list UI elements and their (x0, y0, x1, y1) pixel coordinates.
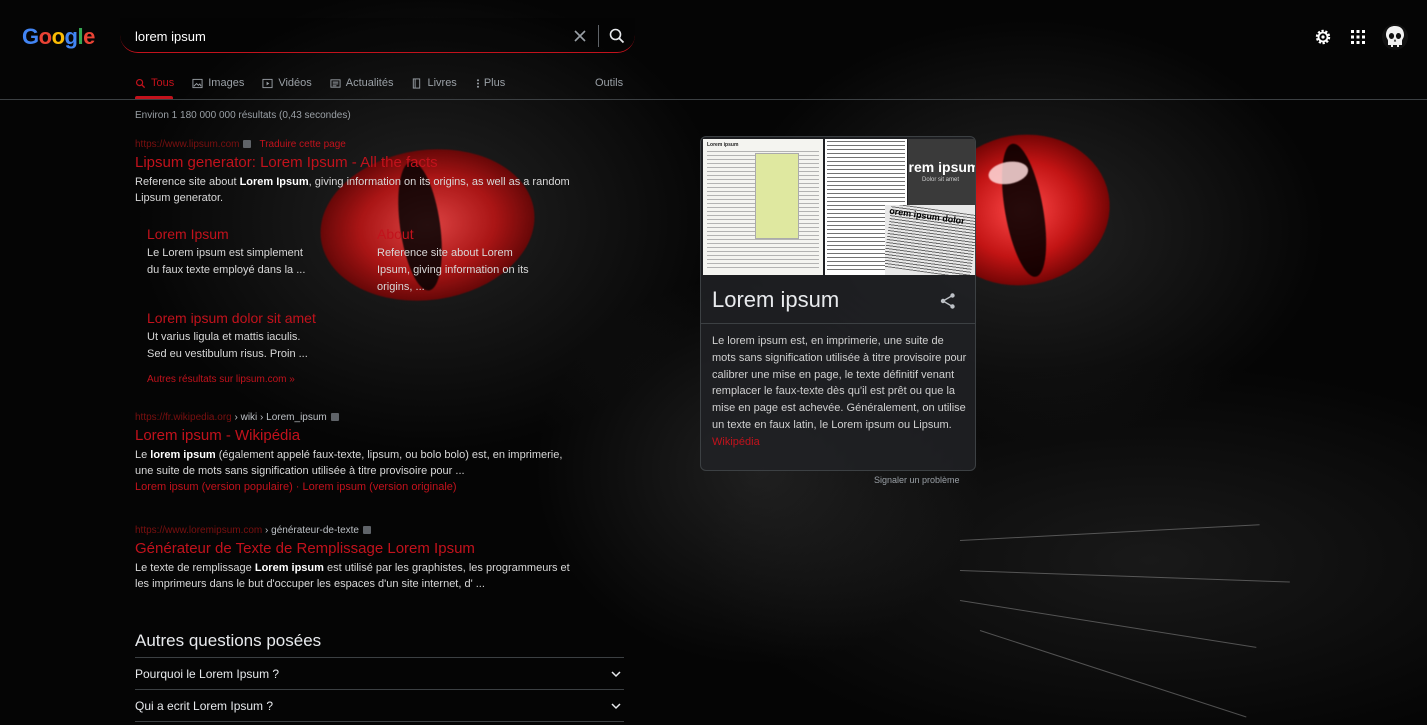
knowledge-panel-title: Lorem ipsum (712, 287, 840, 312)
tab-videos[interactable]: Vidéos (262, 76, 312, 90)
result-title[interactable]: Lorem ipsum - Wikipédia (135, 427, 575, 444)
more-results-link[interactable]: Autres résultats sur lipsum.com » (147, 374, 295, 385)
skull-icon (1386, 26, 1404, 47)
result-url[interactable]: https://fr.wikipedia.org › wiki › Lorem_… (135, 412, 575, 423)
search-divider (598, 25, 599, 47)
translate-link[interactable]: Traduire cette page (259, 139, 345, 150)
paa-question-text: Qui a ecrit Lorem Ipsum ? (135, 698, 274, 713)
dropdown-arrow-icon[interactable] (362, 526, 371, 535)
result-snippet: Reference site about Lorem Ipsum, giving… (135, 176, 570, 204)
knowledge-panel-images: Lorem ipsum orem ipsum Dolor sit amet or… (701, 137, 975, 279)
tab-label: Livres (427, 77, 457, 89)
search-result: https://www.lipsum.com Traduire cette pag… (135, 139, 575, 206)
clear-icon[interactable] (570, 26, 590, 46)
result-sublinks: Lorem ipsum (version populaire) · Lorem … (135, 481, 457, 493)
result-cite: https://www.lipsum.com (135, 139, 240, 150)
sitelink-title[interactable]: Lorem ipsum dolor sit amet (147, 310, 322, 326)
search-result: https://www.loremipsum.com › générateur-… (135, 525, 575, 592)
tools-button[interactable]: Outils (595, 77, 623, 89)
kp-image[interactable]: Lorem ipsum (703, 139, 823, 275)
sitelink-title[interactable]: About (377, 226, 537, 242)
search-result: https://fr.wikipedia.org › wiki › Lorem_… (135, 412, 575, 495)
kp-image[interactable]: orem ipsum dolor (885, 205, 975, 275)
sitelink: Lorem Ipsum Le Lorem ipsum est simplemen… (147, 226, 317, 279)
video-icon (262, 78, 273, 88)
result-cite: https://www.loremipsum.com (135, 525, 263, 536)
knowledge-panel-divider (701, 323, 975, 324)
result-snippet: Le lorem ipsum (également appelé faux-te… (135, 449, 563, 477)
result-title[interactable]: Générateur de Texte de Remplissage Lorem… (135, 540, 575, 557)
dropdown-arrow-icon[interactable] (330, 413, 339, 422)
result-stats: Environ 1 180 000 000 résultats (0,43 se… (135, 110, 351, 121)
search-results-page: Google Tous (0, 0, 1427, 725)
tab-tous[interactable]: Tous (135, 76, 174, 90)
sitelink-snippet: Ut varius ligula et mattis iaculis. Sed … (147, 331, 308, 360)
report-problem-link[interactable]: Signaler un problème (874, 475, 960, 485)
knowledge-panel-description: Le lorem ipsum est, en imprimerie, une s… (712, 335, 967, 448)
sublink-version-populaire[interactable]: Lorem ipsum (version populaire) (135, 481, 293, 493)
search-icon (135, 78, 146, 88)
result-url[interactable]: https://www.lipsum.com Traduire cette pag… (135, 139, 575, 150)
result-path: › générateur-de-texte (262, 525, 359, 536)
sitelink-title[interactable]: Lorem Ipsum (147, 226, 317, 242)
image-icon (192, 78, 203, 88)
paa-question[interactable]: Pourquoi le Lorem Ipsum ? (135, 657, 624, 690)
wikipedia-source-link[interactable]: Wikipédia (712, 436, 760, 448)
result-url[interactable]: https://www.loremipsum.com › générateur-… (135, 525, 575, 536)
account-avatar[interactable] (1382, 24, 1408, 50)
result-snippet: Le texte de remplissage Lorem ipsum est … (135, 562, 570, 590)
chevron-down-icon (611, 671, 621, 678)
search-input[interactable] (135, 26, 555, 46)
tab-livres[interactable]: Livres (411, 76, 457, 90)
tab-label: Plus (483, 77, 506, 89)
news-icon (330, 78, 341, 88)
result-cite: https://fr.wikipedia.org (135, 412, 232, 423)
paa-heading: Autres questions posées (135, 631, 322, 650)
tab-label: Images (208, 77, 245, 89)
tab-images[interactable]: Images (192, 76, 244, 90)
result-title[interactable]: Lipsum generator: Lorem Ipsum - All the … (135, 154, 575, 171)
tab-label: Vidéos (278, 77, 312, 89)
book-icon (413, 77, 421, 89)
share-icon[interactable] (939, 292, 957, 310)
sublink-version-originale[interactable]: Lorem ipsum (version originale) (303, 481, 457, 493)
search-bar (120, 18, 635, 53)
kp-image[interactable]: orem ipsum Dolor sit amet (908, 139, 975, 205)
paa-question-text: Pourquoi le Lorem Ipsum ? (135, 667, 280, 681)
search-icon[interactable] (607, 26, 627, 46)
chevron-down-icon (611, 702, 621, 709)
settings-gear-icon[interactable] (1313, 27, 1333, 47)
sitelink-snippet: Reference site about Lorem Ipsum, giving… (377, 247, 529, 293)
google-logo[interactable]: Google (22, 24, 95, 50)
knowledge-panel: Lorem ipsum orem ipsum Dolor sit amet or… (700, 136, 976, 471)
more-vert-icon (476, 78, 479, 88)
sitelink: Lorem ipsum dolor sit amet Ut varius lig… (147, 310, 322, 363)
paa-question[interactable]: Qui a ecrit Lorem Ipsum ? (135, 689, 624, 722)
sitelink-snippet: Le Lorem ipsum est simplement du faux te… (147, 247, 306, 276)
header-divider (0, 99, 1427, 100)
search-tabs: Tous Images Vidéos Actualités Livres Plu… (135, 76, 523, 100)
dropdown-arrow-icon[interactable] (243, 140, 252, 149)
tab-plus[interactable]: Plus (475, 76, 505, 90)
tab-actualites[interactable]: Actualités (330, 76, 394, 90)
result-path: › wiki › Lorem_ipsum (231, 412, 327, 423)
sitelink: About Reference site about Lorem Ipsum, … (377, 226, 537, 296)
tab-label: Tous (151, 77, 175, 89)
tab-label: Actualités (345, 77, 394, 89)
apps-grid-icon[interactable] (1348, 27, 1368, 47)
